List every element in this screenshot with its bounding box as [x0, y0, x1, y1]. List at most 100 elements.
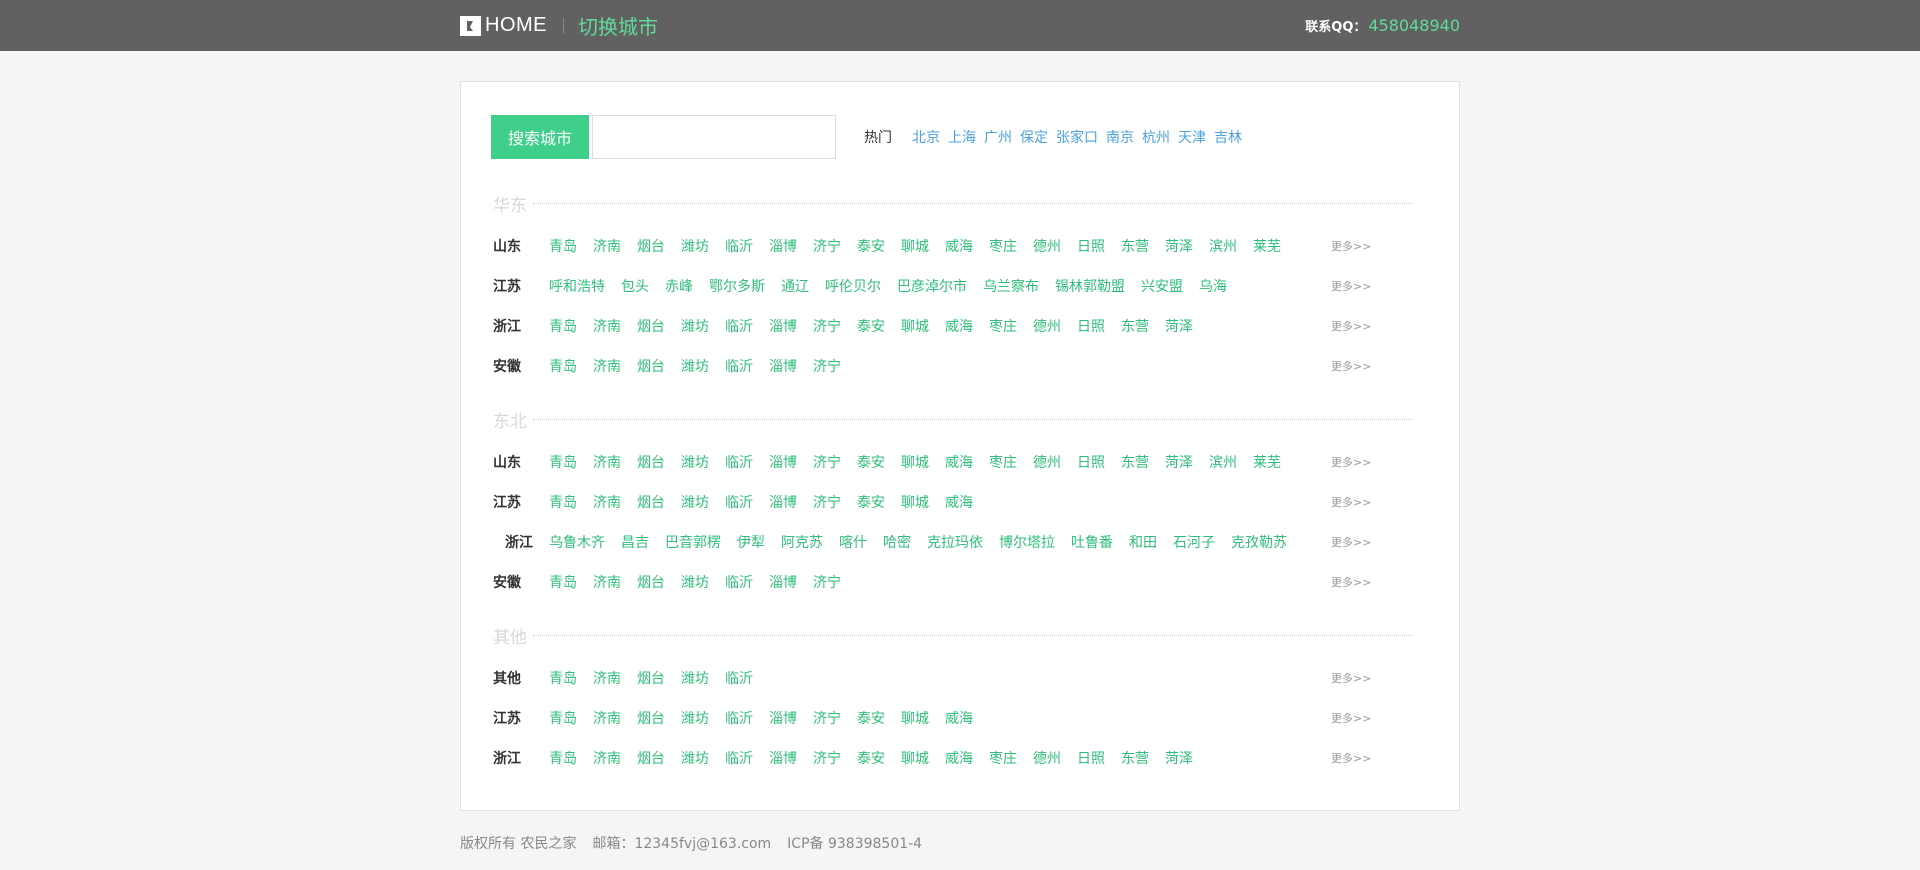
city-link[interactable]: 石河子 [1173, 532, 1215, 552]
city-link[interactable]: 济宁 [813, 236, 841, 256]
more-link[interactable]: 更多>> [1331, 710, 1371, 726]
home-link[interactable]: HOME [485, 14, 547, 37]
city-link[interactable]: 德州 [1033, 748, 1061, 768]
city-link[interactable]: 日照 [1077, 236, 1105, 256]
city-link[interactable]: 济南 [593, 572, 621, 592]
city-link[interactable]: 枣庄 [989, 452, 1017, 472]
city-link[interactable]: 菏泽 [1165, 316, 1193, 336]
city-link[interactable]: 济宁 [813, 708, 841, 728]
city-link[interactable]: 日照 [1077, 316, 1105, 336]
city-link[interactable]: 乌鲁木齐 [549, 532, 605, 552]
city-link[interactable]: 临沂 [725, 708, 753, 728]
city-link[interactable]: 潍坊 [681, 316, 709, 336]
city-link[interactable]: 济南 [593, 452, 621, 472]
city-link[interactable]: 青岛 [549, 492, 577, 512]
more-link[interactable]: 更多>> [1331, 534, 1371, 550]
city-link[interactable]: 济南 [593, 236, 621, 256]
city-link[interactable]: 莱芜 [1253, 236, 1281, 256]
city-link[interactable]: 克孜勒苏 [1231, 532, 1287, 552]
city-link[interactable]: 通辽 [781, 276, 809, 296]
city-link[interactable]: 菏泽 [1165, 236, 1193, 256]
city-link[interactable]: 济南 [593, 708, 621, 728]
city-link[interactable]: 淄博 [769, 748, 797, 768]
more-link[interactable]: 更多>> [1331, 750, 1371, 766]
hot-city-link[interactable]: 杭州 [1142, 127, 1170, 147]
city-link[interactable]: 赤峰 [665, 276, 693, 296]
city-link[interactable]: 青岛 [549, 356, 577, 376]
hot-city-link[interactable]: 吉林 [1214, 127, 1242, 147]
more-link[interactable]: 更多>> [1331, 358, 1371, 374]
city-link[interactable]: 昌吉 [621, 532, 649, 552]
city-link[interactable]: 泰安 [857, 492, 885, 512]
city-link[interactable]: 东营 [1121, 236, 1149, 256]
city-link[interactable]: 临沂 [725, 316, 753, 336]
city-link[interactable]: 菏泽 [1165, 748, 1193, 768]
city-link[interactable]: 阿克苏 [781, 532, 823, 552]
hot-city-link[interactable]: 广州 [984, 127, 1012, 147]
city-link[interactable]: 烟台 [637, 572, 665, 592]
city-link[interactable]: 巴彦淖尔市 [897, 276, 967, 296]
city-link[interactable]: 潍坊 [681, 236, 709, 256]
city-link[interactable]: 济宁 [813, 572, 841, 592]
city-link[interactable]: 聊城 [901, 748, 929, 768]
city-link[interactable]: 菏泽 [1165, 452, 1193, 472]
city-link[interactable]: 日照 [1077, 748, 1105, 768]
city-link[interactable]: 威海 [945, 452, 973, 472]
city-link[interactable]: 潍坊 [681, 748, 709, 768]
city-link[interactable]: 枣庄 [989, 236, 1017, 256]
city-link[interactable]: 潍坊 [681, 668, 709, 688]
city-link[interactable]: 东营 [1121, 452, 1149, 472]
more-link[interactable]: 更多>> [1331, 494, 1371, 510]
city-link[interactable]: 和田 [1129, 532, 1157, 552]
city-link[interactable]: 聊城 [901, 708, 929, 728]
city-link[interactable]: 枣庄 [989, 748, 1017, 768]
city-link[interactable]: 青岛 [549, 236, 577, 256]
city-link[interactable]: 青岛 [549, 668, 577, 688]
city-link[interactable]: 临沂 [725, 492, 753, 512]
city-link[interactable]: 泰安 [857, 452, 885, 472]
city-link[interactable]: 淄博 [769, 572, 797, 592]
city-link[interactable]: 青岛 [549, 572, 577, 592]
city-link[interactable]: 临沂 [725, 748, 753, 768]
search-input[interactable] [592, 115, 836, 159]
city-link[interactable]: 潍坊 [681, 452, 709, 472]
city-link[interactable]: 临沂 [725, 572, 753, 592]
city-link[interactable]: 克拉玛依 [927, 532, 983, 552]
city-link[interactable]: 东营 [1121, 316, 1149, 336]
city-link[interactable]: 莱芜 [1253, 452, 1281, 472]
city-link[interactable]: 兴安盟 [1141, 276, 1183, 296]
city-link[interactable]: 济南 [593, 668, 621, 688]
city-link[interactable]: 聊城 [901, 236, 929, 256]
city-link[interactable]: 临沂 [725, 356, 753, 376]
city-link[interactable]: 威海 [945, 492, 973, 512]
city-link[interactable]: 聊城 [901, 316, 929, 336]
city-link[interactable]: 威海 [945, 748, 973, 768]
city-link[interactable]: 鄂尔多斯 [709, 276, 765, 296]
city-link[interactable]: 滨州 [1209, 236, 1237, 256]
city-link[interactable]: 包头 [621, 276, 649, 296]
city-link[interactable]: 淄博 [769, 236, 797, 256]
city-link[interactable]: 潍坊 [681, 492, 709, 512]
city-link[interactable]: 德州 [1033, 236, 1061, 256]
city-link[interactable]: 博尔塔拉 [999, 532, 1055, 552]
city-link[interactable]: 烟台 [637, 236, 665, 256]
city-link[interactable]: 青岛 [549, 452, 577, 472]
city-link[interactable]: 聊城 [901, 492, 929, 512]
more-link[interactable]: 更多>> [1331, 278, 1371, 294]
city-link[interactable]: 聊城 [901, 452, 929, 472]
hot-city-link[interactable]: 上海 [948, 127, 976, 147]
city-link[interactable]: 潍坊 [681, 572, 709, 592]
city-link[interactable]: 泰安 [857, 316, 885, 336]
home-icon[interactable] [460, 15, 481, 36]
city-link[interactable]: 呼和浩特 [549, 276, 605, 296]
city-link[interactable]: 临沂 [725, 236, 753, 256]
city-link[interactable]: 德州 [1033, 452, 1061, 472]
city-link[interactable]: 威海 [945, 708, 973, 728]
city-link[interactable]: 潍坊 [681, 356, 709, 376]
city-link[interactable]: 青岛 [549, 748, 577, 768]
more-link[interactable]: 更多>> [1331, 238, 1371, 254]
city-link[interactable]: 伊犁 [737, 532, 765, 552]
city-link[interactable]: 烟台 [637, 708, 665, 728]
switch-city-link[interactable]: 切换城市 [578, 11, 658, 40]
city-link[interactable]: 济宁 [813, 452, 841, 472]
